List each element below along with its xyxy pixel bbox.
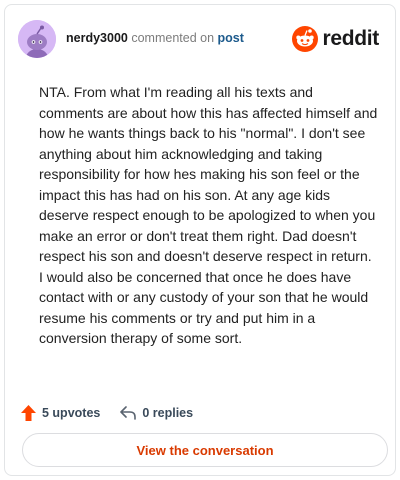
reddit-snoo-icon: [292, 26, 319, 52]
reply-count: 0 replies: [142, 406, 194, 420]
upvote-count: 5 upvotes: [42, 406, 101, 420]
comment-header: nerdy3000 commented on post reddit: [18, 17, 381, 61]
reddit-logo[interactable]: reddit: [292, 25, 379, 53]
post-link[interactable]: post: [218, 31, 244, 45]
upvote-arrow-icon: [21, 405, 36, 421]
view-conversation-button[interactable]: View the conversation: [22, 433, 388, 467]
username-link[interactable]: nerdy3000: [66, 31, 128, 45]
comment-actions: 5 upvotes 0 replies: [21, 403, 193, 423]
avatar[interactable]: [18, 20, 56, 58]
snoo-avatar-icon: [18, 20, 56, 58]
comment-card: nerdy3000 commented on post reddit NTA. …: [4, 4, 396, 476]
reddit-wordmark: reddit: [322, 27, 379, 50]
upvote-button[interactable]: 5 upvotes: [21, 405, 100, 421]
reply-arrow-icon: [120, 406, 137, 420]
comment-meta: nerdy3000 commented on post: [66, 31, 244, 45]
comment-body: NTA. From what I'm reading all his texts…: [39, 84, 378, 346]
commented-on-label: commented on: [131, 31, 215, 45]
reply-button[interactable]: 0 replies: [120, 406, 193, 420]
